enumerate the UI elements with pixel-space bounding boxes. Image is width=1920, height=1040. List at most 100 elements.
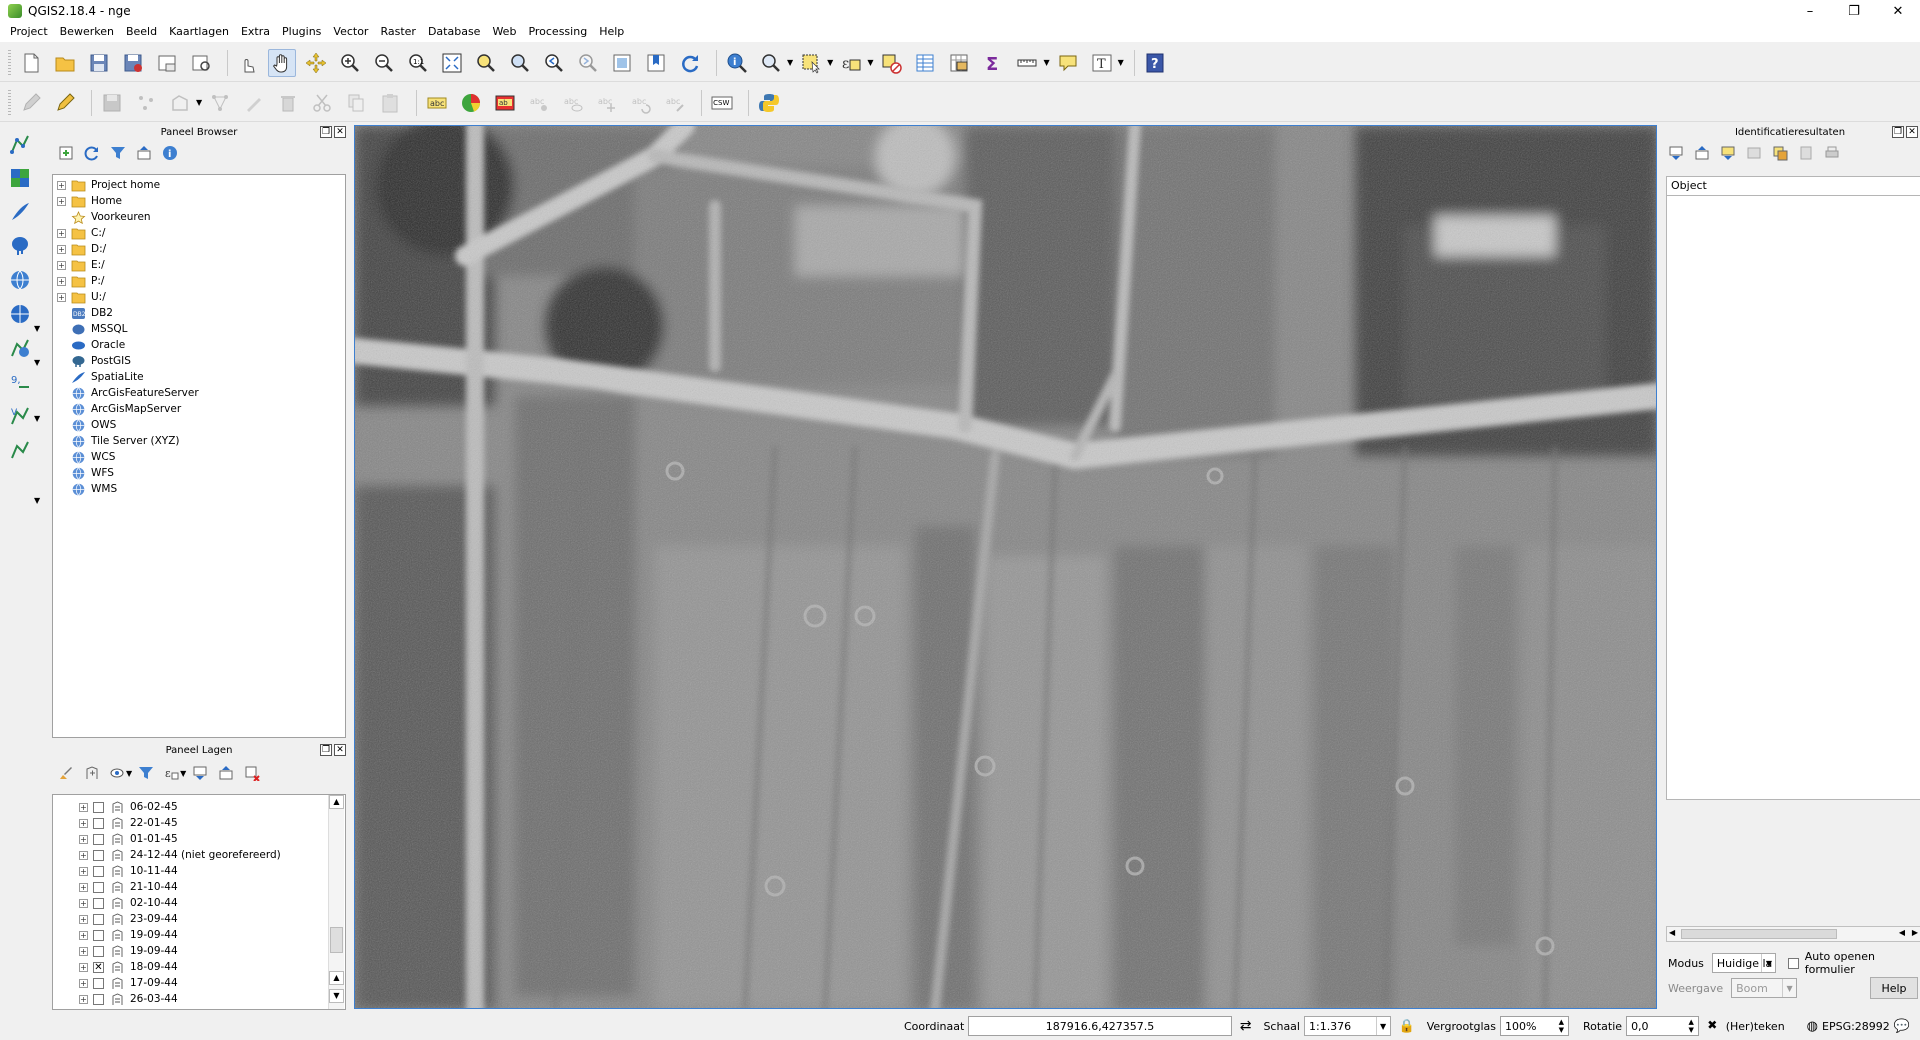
composer-manager-button[interactable] (187, 49, 215, 77)
digitize-freehand-button[interactable] (240, 89, 268, 117)
layer-visibility-checkbox[interactable] (93, 881, 104, 893)
save-as-button[interactable] (119, 49, 147, 77)
metasearch-csw-button[interactable]: CSW (708, 89, 736, 117)
map-tips-button[interactable] (1054, 49, 1082, 77)
layer-visibility-checkbox[interactable] (93, 865, 104, 877)
object-column-header[interactable]: Object (1666, 176, 1920, 196)
collapse-all-button[interactable] (216, 763, 236, 783)
layer-row[interactable]: + ✕ 18-09-44 (79, 959, 345, 975)
zoom-to-selection-button[interactable] (472, 49, 500, 77)
measure-line-button[interactable] (1013, 49, 1041, 77)
add-group-button[interactable] (82, 763, 102, 783)
browser-item[interactable]: WCS (57, 449, 345, 465)
chevron-down-icon[interactable]: ▼ (126, 769, 132, 778)
layer-row[interactable]: +01-01-45 (79, 831, 345, 847)
float-panel-button[interactable]: ❐ (320, 126, 332, 138)
paste-features-button[interactable] (376, 89, 404, 117)
help-button[interactable]: Help (1870, 977, 1918, 999)
menu-raster[interactable]: Raster (374, 22, 421, 42)
layer-visibility-checkbox[interactable] (93, 993, 104, 1005)
browser-item[interactable]: + E:/ (57, 257, 345, 273)
highlight-pinned-labels-button[interactable]: ab (491, 89, 519, 117)
browser-item[interactable]: + D:/ (57, 241, 345, 257)
add-selected-layers-button[interactable] (56, 143, 76, 163)
expand-toggle-icon[interactable]: + (79, 930, 88, 940)
identify-horizontal-scrollbar[interactable]: ◀ ◀ ▶ (1666, 926, 1920, 942)
new-map-view-button[interactable] (608, 49, 636, 77)
deselect-all-button[interactable] (877, 49, 905, 77)
weergave-select[interactable]: Boom ▼ (1731, 978, 1798, 998)
identify-features-button[interactable]: i (723, 49, 751, 77)
layer-row[interactable]: +10-11-44 (79, 863, 345, 879)
field-calculator-button[interactable] (945, 49, 973, 77)
add-oracle-layer-button[interactable] (6, 436, 34, 464)
spin-arrows-icon[interactable]: ▲ ▼ (1559, 1018, 1564, 1034)
close-panel-button[interactable]: ✕ (334, 744, 346, 756)
float-panel-button[interactable]: ❐ (320, 744, 332, 756)
layer-visibility-checkbox[interactable] (93, 849, 104, 861)
coordinate-field[interactable]: 187916.6,427357.5 (968, 1016, 1232, 1036)
close-button[interactable]: ✕ (1876, 0, 1920, 22)
python-console-button[interactable] (755, 89, 783, 117)
attribute-table-button[interactable] (911, 49, 939, 77)
expand-tree-button[interactable] (1666, 143, 1686, 163)
crs-label[interactable]: EPSG:28992 (1822, 1020, 1890, 1033)
map-canvas[interactable] (354, 125, 1657, 1009)
close-panel-button[interactable]: ✕ (1906, 126, 1918, 138)
menu-kaartlagen[interactable]: Kaartlagen (163, 22, 235, 42)
add-delimited-text-layer-button[interactable]: 9, (6, 368, 34, 396)
expand-toggle-icon[interactable]: + (79, 802, 88, 812)
layer-row[interactable]: +17-09-44 (79, 975, 345, 991)
identify-results-tree[interactable] (1666, 196, 1920, 800)
close-panel-button[interactable]: ✕ (334, 126, 346, 138)
open-project-button[interactable] (51, 49, 79, 77)
browser-tree[interactable]: + Project home + Home Voorkeuren + C:/ + D:/ + E:/… (52, 174, 346, 738)
collapse-tree-button[interactable] (1692, 143, 1712, 163)
remove-layer-button[interactable] (242, 763, 262, 783)
layer-labeling-options-button[interactable]: abc (423, 89, 451, 117)
browser-item[interactable]: ArcGisMapServer (57, 401, 345, 417)
pan-to-selection-button[interactable] (302, 49, 330, 77)
node-tool-button[interactable] (206, 89, 234, 117)
zoom-in-button[interactable] (336, 49, 364, 77)
help-contents-button[interactable]: ? (1141, 49, 1169, 77)
statistical-summary-button[interactable]: Σ (979, 49, 1007, 77)
expand-toggle-icon[interactable]: + (79, 834, 88, 844)
chevron-down-icon[interactable]: ▼ (34, 358, 40, 367)
browser-item[interactable]: PostGIS (57, 353, 345, 369)
scroll-up-arrow[interactable]: ▲ (329, 795, 344, 809)
restore-button[interactable]: ❐ (1832, 0, 1876, 22)
filter-legend-button[interactable] (136, 763, 156, 783)
collapse-all-button[interactable] (134, 143, 154, 163)
current-edits-button[interactable] (17, 89, 45, 117)
browser-item[interactable]: OWS (57, 417, 345, 433)
minimize-button[interactable]: – (1788, 0, 1832, 22)
layer-row[interactable]: +06-02-45 (79, 799, 345, 815)
move-feature-button[interactable] (166, 89, 194, 117)
spin-arrows-icon[interactable]: ▲ ▼ (1689, 1018, 1694, 1034)
expand-toggle-icon[interactable]: + (79, 866, 88, 876)
select-features-button[interactable] (797, 49, 825, 77)
browser-item[interactable]: + P:/ (57, 273, 345, 289)
rotation-spinbox[interactable]: 0,0 ▲ ▼ (1626, 1016, 1699, 1036)
add-virtual-layer-button[interactable]: V (6, 402, 34, 430)
layer-row[interactable]: +19-09-44 (79, 943, 345, 959)
expand-toggle-icon[interactable]: + (79, 882, 88, 892)
layers-scrollbar[interactable]: ▲ ▲ ▼ (328, 795, 344, 1009)
auto-open-form-checkbox[interactable] (1788, 957, 1799, 969)
refresh-browser-button[interactable] (82, 143, 102, 163)
browser-item[interactable]: ArcGisFeatureServer (57, 385, 345, 401)
copy-features-button[interactable] (342, 89, 370, 117)
zoom-to-layer-button[interactable] (506, 49, 534, 77)
layer-styling-button[interactable] (56, 763, 76, 783)
chevron-down-icon[interactable]: ▼ (34, 496, 40, 505)
copy-results-button[interactable] (1796, 143, 1816, 163)
menu-web[interactable]: Web (486, 22, 522, 42)
chevron-down-icon[interactable]: ▼ (787, 58, 793, 67)
expand-toggle-icon[interactable]: + (57, 228, 66, 238)
layer-row[interactable]: +21-10-44 (79, 879, 345, 895)
menu-extra[interactable]: Extra (235, 22, 276, 42)
layer-row[interactable]: +02-10-44 (79, 895, 345, 911)
clear-results-button[interactable] (1744, 143, 1764, 163)
expand-toggle-icon[interactable]: + (79, 914, 88, 924)
